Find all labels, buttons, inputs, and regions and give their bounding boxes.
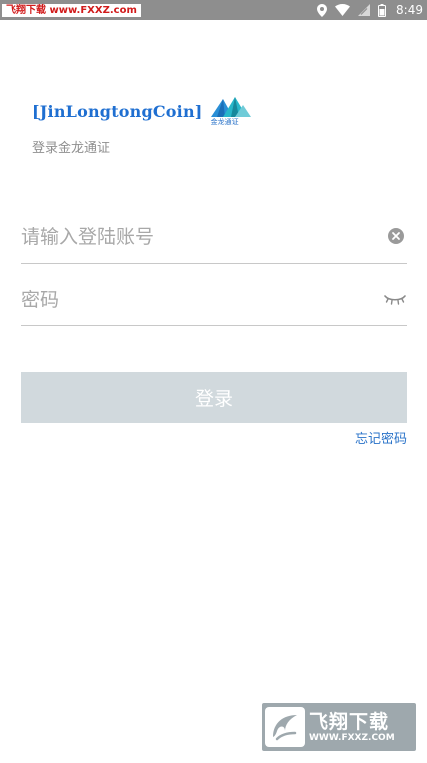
account-field [21, 215, 407, 264]
watermark-url: WWW.FXXZ.COM [309, 732, 395, 743]
mountain-logo-icon [210, 97, 251, 117]
logo-mark-text: 金龙通证 [210, 118, 239, 126]
watermark-title: 飞翔下载 [309, 710, 390, 733]
watermark-top: 飞翔下载 www.FXXZ.com [2, 4, 141, 17]
password-input[interactable] [21, 278, 371, 322]
watermark-bottom: 飞翔下载 WWW.FXXZ.COM [262, 703, 416, 751]
watermark-text: 飞翔下载 WWW.FXXZ.COM [309, 711, 395, 744]
app-subtitle: 登录金龙通证 [32, 141, 111, 156]
logo-mark: 金龙通证 [209, 95, 255, 131]
app-logo: [JinLongtongCoin] 金龙通证 [32, 95, 255, 131]
clear-icon[interactable] [388, 228, 404, 244]
wifi-icon [335, 4, 351, 16]
battery-icon [378, 3, 387, 17]
fxxz-logo-icon [265, 707, 305, 747]
eye-closed-icon[interactable] [384, 294, 406, 306]
logo-brand-text: [JinLongtongCoin] [32, 102, 203, 121]
login-button[interactable]: 登录 [21, 372, 407, 423]
forgot-password-link[interactable]: 忘记密码 [355, 428, 407, 447]
status-bar: 飞翔下载 www.FXXZ.com 8:49 [0, 0, 427, 20]
password-field [21, 278, 407, 326]
account-input[interactable] [21, 215, 371, 259]
location-icon [317, 3, 328, 17]
status-time: 8:49 [396, 3, 423, 17]
status-icons: 8:49 [317, 0, 423, 20]
signal-icon [358, 4, 371, 16]
